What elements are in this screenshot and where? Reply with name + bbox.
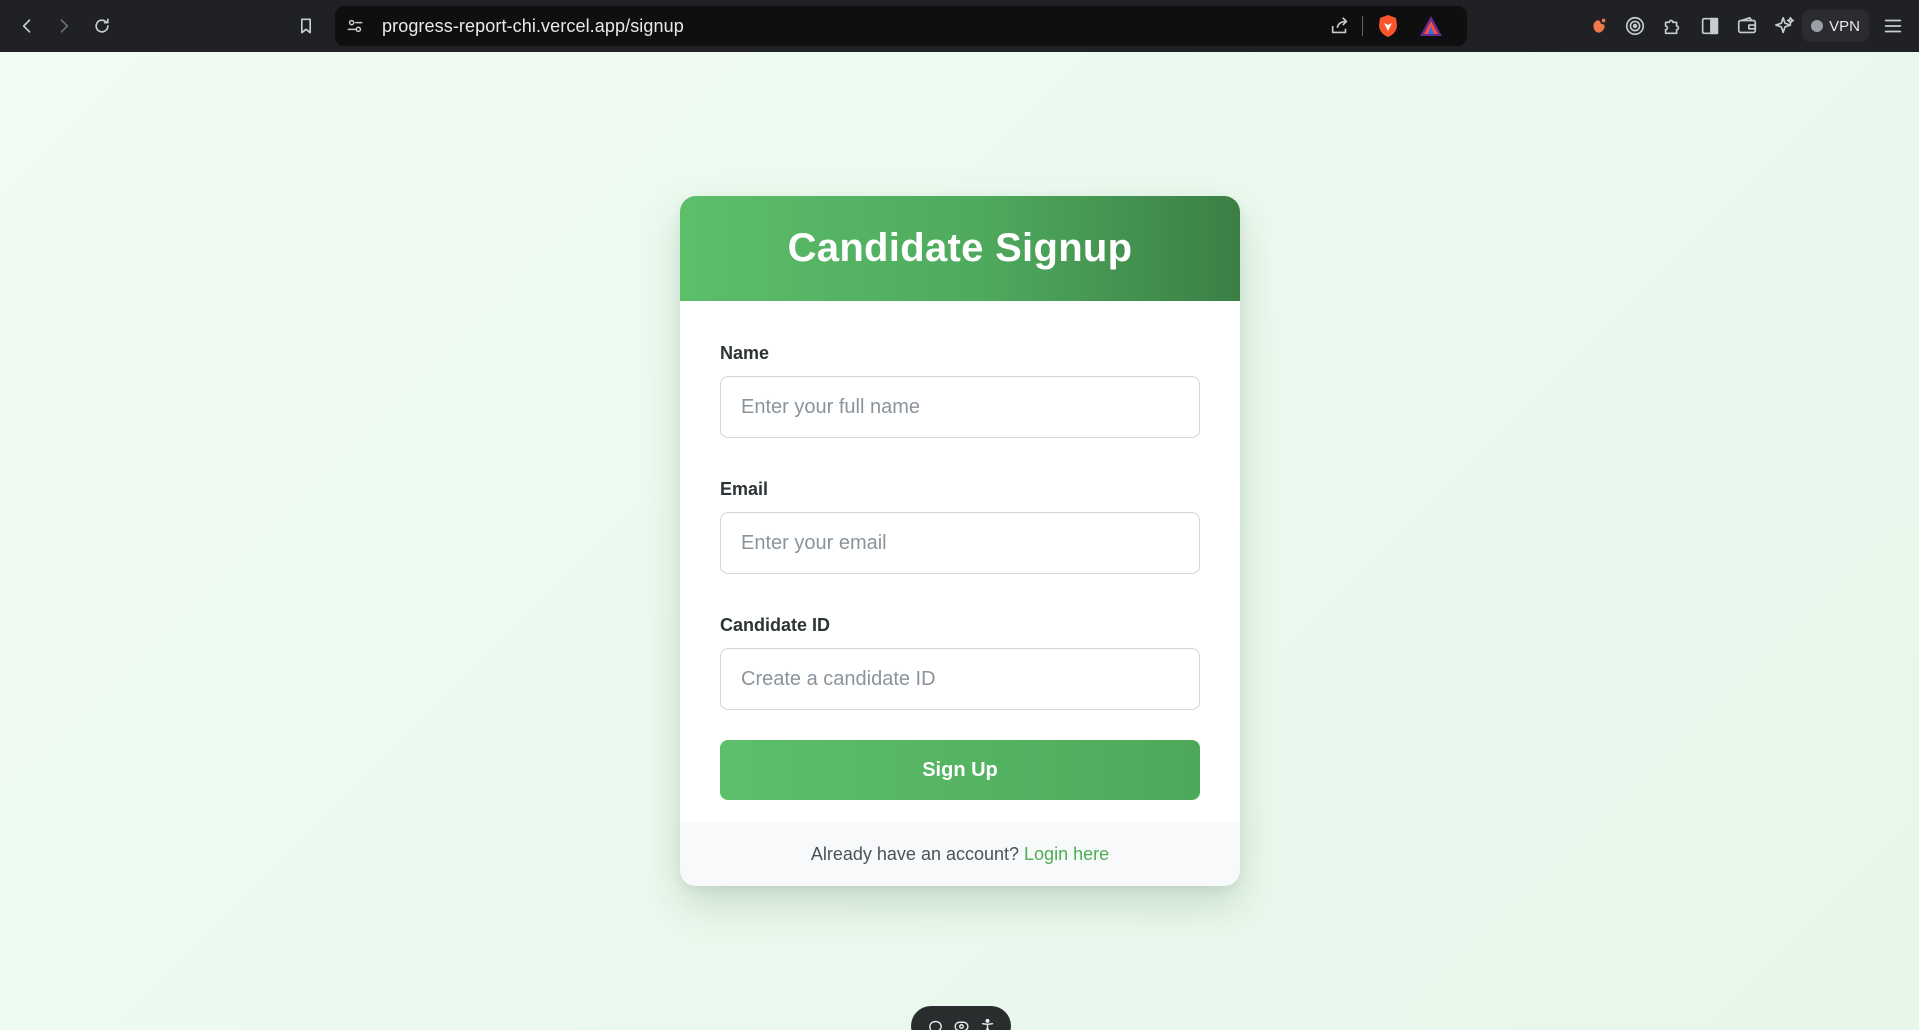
wallet-icon[interactable] — [1734, 13, 1760, 39]
candidate-id-label: Candidate ID — [720, 615, 831, 635]
vpn-label: VPN — [1829, 17, 1860, 35]
email-label: Email — [720, 479, 769, 499]
login-link[interactable]: Login here — [1024, 844, 1109, 865]
comment-icon[interactable] — [925, 1016, 945, 1030]
browser-toolbar: progress-report-chi.vercel.app/signup VP… — [0, 0, 1919, 52]
eye-icon[interactable] — [951, 1016, 971, 1030]
signup-card-footer: Already have an account? Login here — [680, 822, 1240, 886]
page-title: Candidate Signup — [787, 226, 1133, 270]
extensions-icon[interactable] — [1659, 13, 1685, 39]
signup-card: Candidate Signup Name Email Candidate ID… — [680, 196, 1240, 886]
leo-icon[interactable] — [1586, 13, 1612, 39]
sidebar-icon[interactable] — [1697, 13, 1723, 39]
menu-icon[interactable] — [1880, 13, 1906, 39]
footer-text: Already have an account? — [810, 843, 1020, 864]
sign-up-button[interactable]: Sign Up — [720, 740, 1200, 800]
forward-icon[interactable] — [49, 11, 79, 41]
brave-rewards-icon[interactable] — [1419, 14, 1443, 38]
candidate-id-input[interactable] — [720, 648, 1200, 710]
bookmark-icon[interactable] — [291, 11, 321, 41]
share-icon[interactable] — [1329, 14, 1351, 38]
vpn-button[interactable]: VPN — [1802, 10, 1869, 42]
email-input[interactable] — [720, 512, 1200, 574]
page-background: Candidate Signup Name Email Candidate ID… — [0, 52, 1919, 1030]
back-icon[interactable] — [12, 11, 42, 41]
name-input[interactable] — [720, 376, 1200, 438]
ai-chat-icon[interactable] — [1772, 13, 1798, 39]
omnibox-divider — [1362, 16, 1363, 36]
name-label: Name — [720, 343, 770, 363]
url-text[interactable]: progress-report-chi.vercel.app/signup — [382, 6, 684, 46]
accessibility-icon[interactable] — [977, 1016, 997, 1030]
signup-form: Name Email Candidate ID Sign Up — [680, 301, 1240, 800]
vpn-status-icon — [1811, 20, 1824, 32]
site-info-icon[interactable] — [345, 16, 365, 36]
address-bar[interactable]: progress-report-chi.vercel.app/signup — [335, 6, 1467, 46]
brave-shield-icon[interactable] — [1377, 14, 1399, 38]
reload-icon[interactable] — [87, 11, 117, 41]
floating-toolbar — [911, 1006, 1011, 1030]
signup-card-header: Candidate Signup — [680, 196, 1240, 301]
ad-block-icon[interactable] — [1622, 13, 1648, 39]
